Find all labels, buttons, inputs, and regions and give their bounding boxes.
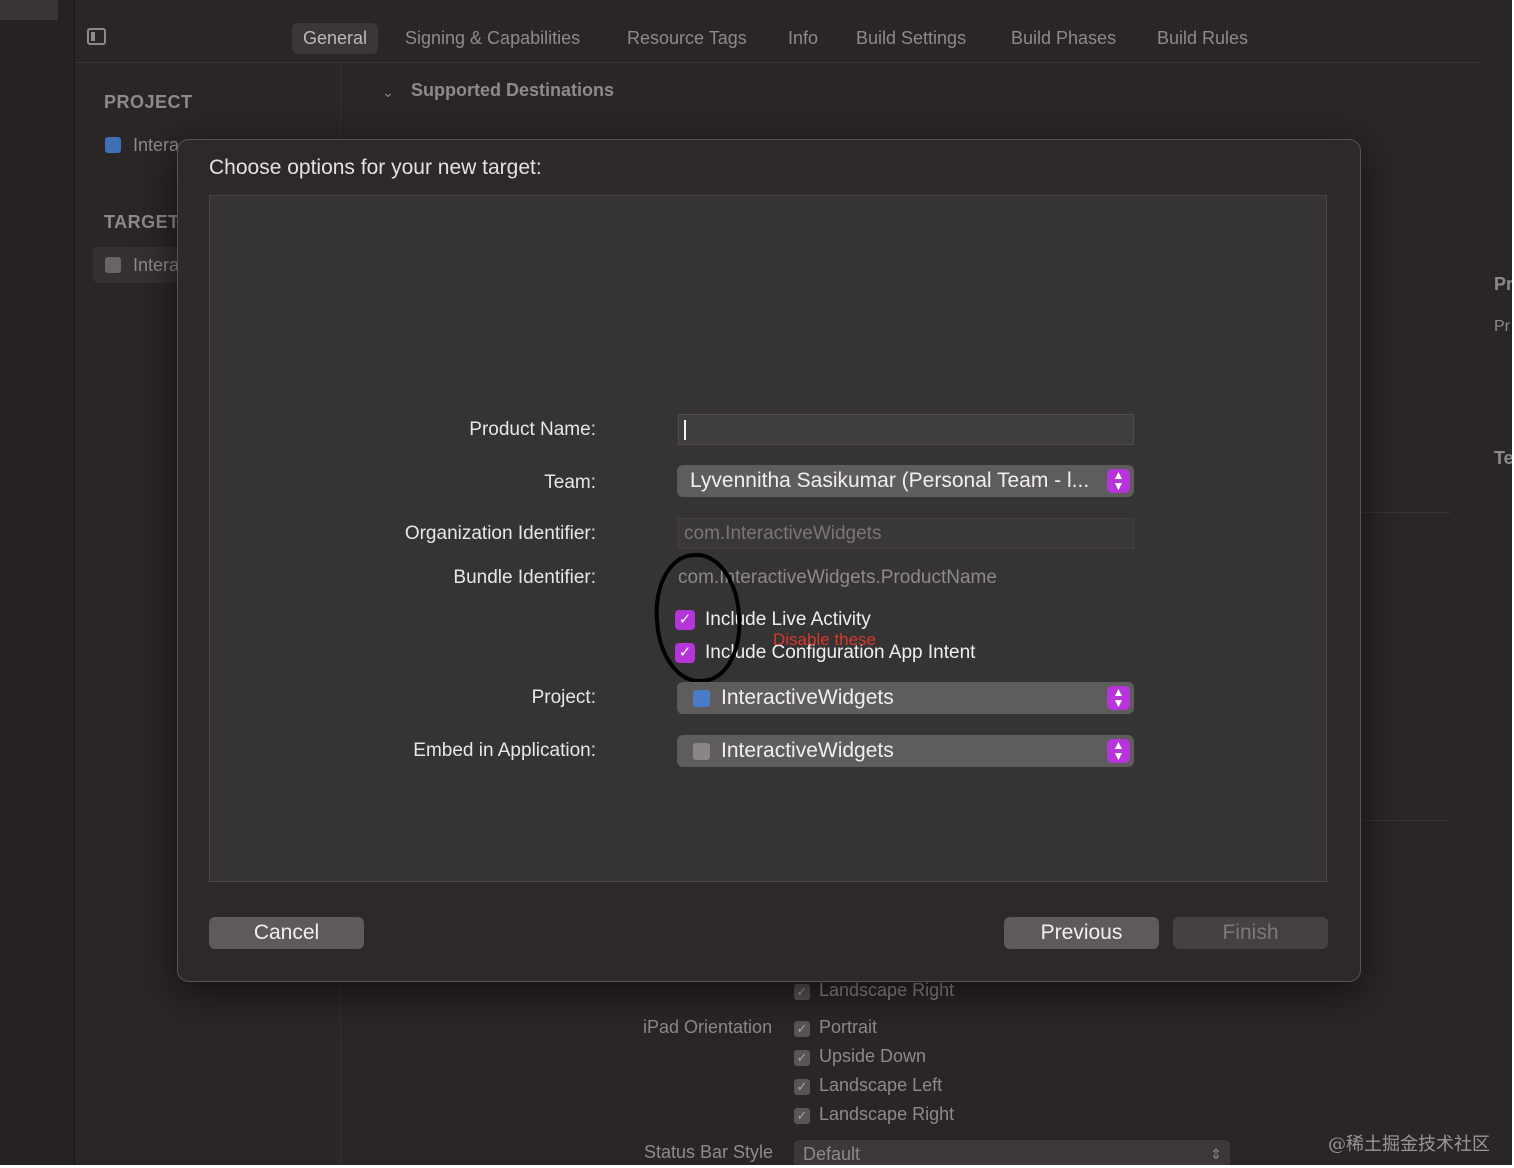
organization-identifier-placeholder: com.InteractiveWidgets bbox=[684, 523, 882, 544]
right-fragment: Te bbox=[1494, 448, 1512, 468]
text-cursor bbox=[684, 419, 686, 440]
team-popup[interactable]: Lyvennitha Sasikumar (Personal Team - l.… bbox=[677, 465, 1134, 497]
upside-down-option: Upside Down bbox=[819, 1046, 927, 1066]
chevron-down-icon[interactable]: ⌄ bbox=[382, 84, 394, 101]
product-name-label: Product Name: bbox=[469, 419, 596, 440]
portrait-option: Portrait bbox=[819, 1017, 878, 1037]
right-fragment: Pr bbox=[1494, 318, 1510, 335]
landscape-left-option: Landscape Left bbox=[819, 1075, 943, 1095]
landscape-right-option: Landscape Right bbox=[819, 1104, 955, 1124]
team-value: Lyvennitha Sasikumar (Personal Team - l.… bbox=[690, 469, 1090, 492]
chevron-updown-icon: ▲ ▼ bbox=[1107, 739, 1130, 763]
chevron-updown-icon: ⇕ bbox=[1210, 1146, 1222, 1162]
embed-in-application-popup[interactable]: InteractiveWidgets ▲ ▼ bbox=[677, 735, 1134, 767]
status-bar-style-value: Default bbox=[803, 1144, 861, 1164]
tab-build-phases[interactable]: Build Phases bbox=[1011, 23, 1116, 54]
status-bar-style-select[interactable]: Default ⇕ bbox=[794, 1140, 1230, 1165]
new-target-options-dialog: Choose options for your new target: Prod… bbox=[177, 139, 1361, 982]
app-icon bbox=[693, 743, 710, 760]
tab-resource-tags[interactable]: Resource Tags bbox=[627, 23, 747, 54]
tab-build-rules[interactable]: Build Rules bbox=[1157, 23, 1248, 54]
project-heading: PROJECT bbox=[104, 92, 193, 112]
targets-heading: TARGET bbox=[104, 212, 180, 232]
product-name-field[interactable] bbox=[678, 414, 1134, 445]
project-item-label: Intera bbox=[133, 135, 180, 155]
app-target-icon bbox=[105, 257, 121, 273]
tab-signing-capabilities[interactable]: Signing & Capabilities bbox=[405, 23, 580, 54]
team-label: Team: bbox=[544, 472, 596, 493]
tab-build-settings[interactable]: Build Settings bbox=[856, 23, 966, 54]
project-label: Project: bbox=[531, 687, 596, 708]
watermark: @稀土掘金技术社区 bbox=[1328, 1134, 1490, 1155]
status-bar-style-label: Status Bar Style bbox=[644, 1142, 774, 1162]
project-popup[interactable]: InteractiveWidgets ▲ ▼ bbox=[677, 682, 1134, 714]
project-icon bbox=[693, 690, 710, 707]
checkbox[interactable]: ✓ bbox=[794, 984, 810, 1000]
organization-identifier-field[interactable]: com.InteractiveWidgets bbox=[678, 518, 1134, 549]
tab-info[interactable]: Info bbox=[788, 23, 818, 54]
target-item-label: Intera bbox=[133, 255, 180, 275]
embed-in-application-label: Embed in Application: bbox=[413, 740, 596, 761]
bundle-identifier-label: Bundle Identifier: bbox=[453, 567, 596, 588]
annotation-text: Disable these bbox=[773, 630, 877, 649]
cancel-button[interactable]: Cancel bbox=[209, 917, 364, 949]
embed-in-application-value: InteractiveWidgets bbox=[721, 739, 894, 762]
dialog-title: Choose options for your new target: bbox=[209, 156, 542, 179]
organization-identifier-label: Organization Identifier: bbox=[404, 523, 596, 544]
supported-destinations-heading: Supported Destinations bbox=[411, 80, 615, 100]
sidebar-toggle-icon[interactable] bbox=[87, 28, 106, 45]
tab-general[interactable]: General bbox=[292, 23, 379, 54]
checkbox[interactable]: ✓ bbox=[794, 1108, 810, 1124]
ipad-orientation-label: iPad Orientation bbox=[643, 1017, 773, 1037]
chevron-updown-icon: ▲ ▼ bbox=[1107, 686, 1130, 710]
chevron-updown-icon: ▲ ▼ bbox=[1107, 469, 1130, 493]
checkbox[interactable]: ✓ bbox=[794, 1079, 810, 1095]
project-icon bbox=[105, 137, 121, 153]
finish-button[interactable]: Finish bbox=[1173, 917, 1328, 949]
right-fragment: Pr bbox=[1494, 274, 1512, 294]
window-left-edge bbox=[0, 0, 75, 1165]
options-panel: Product Name: Team: Lyvennitha Sasikumar… bbox=[209, 195, 1327, 882]
previous-button[interactable]: Previous bbox=[1004, 917, 1159, 949]
project-value: InteractiveWidgets bbox=[721, 686, 894, 709]
editor-tab-bar: General Signing & Capabilities Resource … bbox=[75, 4, 1482, 63]
checkbox[interactable]: ✓ bbox=[794, 1050, 810, 1066]
xcode-window: General Signing & Capabilities Resource … bbox=[0, 0, 1512, 1165]
landscape-right-option: Landscape Right bbox=[819, 980, 955, 1000]
checkbox[interactable]: ✓ bbox=[794, 1021, 810, 1037]
